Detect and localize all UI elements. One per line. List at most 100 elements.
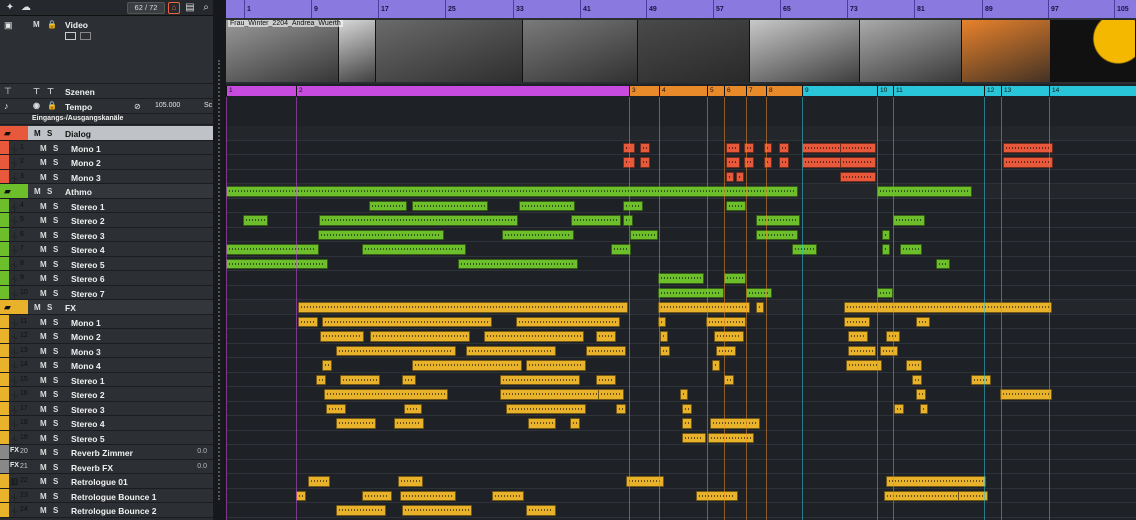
track-lane[interactable] bbox=[226, 141, 1136, 155]
track-color-strip[interactable] bbox=[0, 372, 9, 386]
audio-event[interactable] bbox=[696, 490, 738, 501]
solo-button[interactable]: S bbox=[53, 347, 58, 356]
audio-event[interactable] bbox=[682, 432, 706, 443]
track-lane[interactable] bbox=[226, 286, 1136, 300]
solo-button[interactable]: S bbox=[47, 129, 52, 138]
audio-event[interactable] bbox=[714, 331, 744, 342]
track-row[interactable]: ⏆ 6 M S Stereo 3 bbox=[0, 227, 213, 242]
tempo-track-header[interactable]: ♪ ◉ 🔒 Tempo ⊘ 105.000 Sc bbox=[0, 99, 213, 114]
mute-button[interactable]: M bbox=[40, 492, 47, 501]
track-lane[interactable] bbox=[226, 416, 1136, 431]
track-row[interactable]: ⏆ 13 M S Mono 3 bbox=[0, 343, 213, 358]
audio-event[interactable] bbox=[724, 374, 734, 385]
audio-event[interactable] bbox=[298, 302, 628, 313]
audio-event[interactable] bbox=[362, 244, 466, 255]
audio-event[interactable] bbox=[848, 345, 876, 356]
audio-event[interactable] bbox=[528, 418, 556, 429]
track-lane[interactable] bbox=[226, 373, 1136, 387]
track-color-strip[interactable] bbox=[0, 140, 9, 154]
audio-event[interactable] bbox=[726, 171, 734, 182]
audio-event[interactable] bbox=[640, 157, 650, 168]
audio-event[interactable] bbox=[362, 490, 392, 501]
audio-event[interactable] bbox=[326, 403, 346, 414]
solo-button[interactable]: S bbox=[53, 492, 58, 501]
mute-button[interactable]: M bbox=[40, 506, 47, 515]
scene-marker[interactable]: 12 bbox=[984, 86, 1001, 96]
audio-event[interactable] bbox=[506, 403, 586, 414]
audio-event[interactable] bbox=[322, 316, 492, 327]
audio-event[interactable] bbox=[623, 215, 633, 226]
track-row[interactable]: ⏆ 7 M S Stereo 4 bbox=[0, 242, 213, 257]
track-row[interactable]: ⏆ 9 M S Stereo 6 bbox=[0, 271, 213, 286]
track-color-strip[interactable] bbox=[0, 445, 9, 459]
mute-button[interactable]: M bbox=[40, 245, 47, 254]
mute-button[interactable]: M bbox=[40, 173, 47, 182]
audio-event[interactable] bbox=[920, 403, 928, 414]
mute-button[interactable]: M bbox=[40, 216, 47, 225]
track-row[interactable]: ⏆ 19 M S Stereo 5 bbox=[0, 430, 213, 445]
audio-event[interactable] bbox=[571, 215, 621, 226]
track-lane[interactable] bbox=[226, 170, 1136, 184]
audio-event[interactable] bbox=[316, 374, 326, 385]
scene-marker[interactable]: 10 bbox=[877, 86, 893, 96]
track-color-strip[interactable] bbox=[0, 358, 9, 372]
solo-button[interactable]: S bbox=[53, 419, 58, 428]
audio-event[interactable] bbox=[1003, 157, 1053, 168]
track-lane[interactable] bbox=[226, 344, 1136, 358]
audio-event[interactable] bbox=[840, 171, 876, 182]
scene-marker[interactable]: 7 bbox=[746, 86, 766, 96]
audio-event[interactable] bbox=[880, 345, 898, 356]
audio-event[interactable] bbox=[319, 215, 518, 226]
audio-event[interactable] bbox=[912, 374, 922, 385]
audio-event[interactable] bbox=[404, 403, 422, 414]
mute-button[interactable]: M bbox=[40, 202, 47, 211]
solo-button[interactable]: S bbox=[53, 202, 58, 211]
solo-button[interactable]: S bbox=[47, 187, 52, 196]
solo-button[interactable]: S bbox=[53, 289, 58, 298]
track-row[interactable]: ▥ 22 M S Retrologue 01 bbox=[0, 474, 213, 489]
audio-event[interactable] bbox=[726, 200, 746, 211]
scene-marker[interactable]: 3 bbox=[629, 86, 659, 96]
audio-event[interactable] bbox=[412, 360, 522, 371]
track-row[interactable]: ⏆ 5 M S Stereo 2 bbox=[0, 213, 213, 228]
audio-event[interactable] bbox=[324, 389, 448, 400]
mute-button[interactable]: M bbox=[34, 303, 41, 312]
list-icon[interactable]: ▤ bbox=[184, 2, 196, 14]
send-level-value[interactable]: 0.0 bbox=[197, 463, 207, 470]
track-lane[interactable] bbox=[226, 503, 1136, 518]
audio-event[interactable] bbox=[369, 200, 407, 211]
audio-event[interactable] bbox=[848, 331, 868, 342]
track-row[interactable]: ⏆ 10 M S Stereo 7 bbox=[0, 285, 213, 300]
track-color-strip[interactable] bbox=[0, 198, 9, 212]
mute-button[interactable]: M bbox=[40, 477, 47, 486]
audio-event[interactable] bbox=[243, 215, 268, 226]
mute-button[interactable]: M bbox=[40, 405, 47, 414]
audio-event[interactable] bbox=[779, 157, 789, 168]
solo-button[interactable]: S bbox=[53, 332, 58, 341]
audio-event[interactable] bbox=[660, 331, 668, 342]
track-row[interactable]: ⏆ 12 M S Mono 2 bbox=[0, 329, 213, 344]
solo-button[interactable]: S bbox=[53, 434, 58, 443]
audio-event[interactable] bbox=[502, 229, 574, 240]
audio-event[interactable] bbox=[658, 302, 750, 313]
track-lane[interactable] bbox=[226, 199, 1136, 213]
tool-icon[interactable]: ✦ bbox=[4, 2, 16, 14]
audio-event[interactable] bbox=[658, 273, 704, 284]
track-row[interactable]: ⏆ 17 M S Stereo 3 bbox=[0, 401, 213, 416]
track-row[interactable]: ⏆ 16 M S Stereo 2 bbox=[0, 387, 213, 402]
audio-event[interactable] bbox=[492, 490, 524, 501]
send-level-value[interactable]: 0.0 bbox=[197, 448, 207, 455]
track-lane[interactable] bbox=[226, 213, 1136, 228]
track-lane[interactable] bbox=[226, 184, 1136, 199]
solo-button[interactable]: S bbox=[53, 318, 58, 327]
track-row[interactable]: ⏆ 11 M S Mono 1 bbox=[0, 314, 213, 329]
track-color-strip[interactable] bbox=[0, 459, 9, 473]
audio-event[interactable] bbox=[336, 505, 386, 516]
track-lane[interactable] bbox=[226, 474, 1136, 489]
lock-icon[interactable]: 🔒 bbox=[47, 20, 57, 29]
audio-event[interactable] bbox=[616, 403, 626, 414]
audio-event[interactable] bbox=[296, 490, 306, 501]
audio-event[interactable] bbox=[916, 389, 926, 400]
solo-button[interactable]: S bbox=[53, 463, 58, 472]
audio-event[interactable] bbox=[226, 244, 319, 255]
